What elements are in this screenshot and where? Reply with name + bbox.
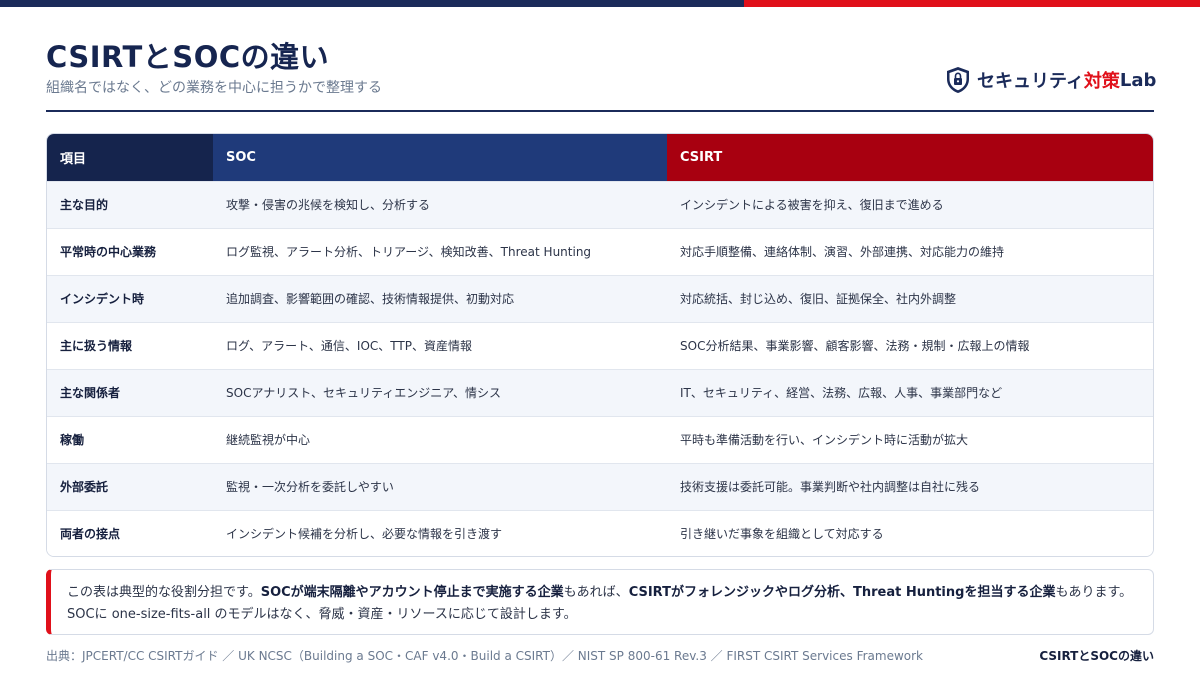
csirt-cell: 平時も準備活動を行い、インシデント時に活動が拡大 (667, 415, 1153, 463)
soc-cell: ログ、アラート、通信、IOC、TTP、資産情報 (213, 321, 667, 369)
logo-text-main: セキュリティ (977, 71, 1084, 92)
csirt-cell: インシデントによる被害を抑え、復旧まで進める (667, 180, 1153, 228)
note-box: この表は典型的な役割分担です。SOCが端末隔離やアカウント停止まで実施する企業も… (46, 569, 1154, 635)
row-label: 外部委託 (47, 462, 213, 510)
table-row: 稼働 継続監視が中心 平時も準備活動を行い、インシデント時に活動が拡大 (47, 415, 1153, 463)
soc-cell: 継続監視が中心 (213, 415, 667, 463)
csirt-cell: 引き継いだ事象を組織として対応する (667, 509, 1153, 556)
row-label: インシデント時 (47, 274, 213, 322)
source-citation: 出典：JPCERT/CC CSIRTガイド ／ UK NCSC（Building… (46, 649, 923, 663)
table-row: インシデント時 追加調査、影響範囲の確認、技術情報提供、初動対応 対応統括、封じ… (47, 274, 1153, 322)
row-label: 平常時の中心業務 (47, 227, 213, 275)
comparison-table: 項目 SOC CSIRT 主な目的 攻撃・侵害の兆候を検知し、分析する インシデ… (46, 133, 1154, 557)
soc-cell: 監視・一次分析を委託しやすい (213, 462, 667, 510)
header-csirt: CSIRT (667, 134, 1153, 181)
page-subtitle: 組織名ではなく、どの業務を中心に担うかで整理する (46, 80, 382, 96)
row-label: 両者の接点 (47, 509, 213, 556)
row-label: 主に扱う情報 (47, 321, 213, 369)
row-label: 主な目的 (47, 180, 213, 228)
csirt-cell: SOC分析結果、事業影響、顧客影響、法務・規制・広報上の情報 (667, 321, 1153, 369)
soc-cell: ログ監視、アラート分析、トリアージ、検知改善、Threat Hunting (213, 227, 667, 275)
logo-text-end: Lab (1119, 69, 1157, 91)
soc-cell: インシデント候補を分析し、必要な情報を引き渡す (213, 509, 667, 556)
logo-text-accent: 対策 (1083, 71, 1120, 92)
header-soc: SOC (213, 134, 667, 181)
table-row: 平常時の中心業務 ログ監視、アラート分析、トリアージ、検知改善、Threat H… (47, 227, 1153, 275)
header-item: 項目 (47, 134, 213, 181)
csirt-cell: 対応手順整備、連絡体制、演習、外部連携、対応能力の維持 (667, 227, 1153, 275)
note-text-2: もあれば、 (563, 585, 629, 600)
table-row: 主な関係者 SOCアナリスト、セキュリティエンジニア、情シス IT、セキュリティ… (47, 368, 1153, 416)
top-accent-bar (0, 0, 1200, 7)
soc-cell: 攻撃・侵害の兆候を検知し、分析する (213, 180, 667, 228)
row-label: 主な関係者 (47, 368, 213, 416)
top-bar-navy-segment (0, 0, 744, 7)
table-row: 両者の接点 インシデント候補を分析し、必要な情報を引き渡す 引き継いだ事象を組織… (47, 509, 1153, 556)
soc-cell: SOCアナリスト、セキュリティエンジニア、情シス (213, 368, 667, 416)
note-text-1: この表は典型的な役割分担です。 (67, 585, 261, 600)
shield-lock-icon (947, 67, 969, 93)
table-header-row: 項目 SOC CSIRT (47, 134, 1153, 181)
note-bold-1: SOCが端末隔離やアカウント停止まで実施する企業 (260, 585, 564, 600)
table-row: 主に扱う情報 ログ、アラート、通信、IOC、TTP、資産情報 SOC分析結果、事… (47, 321, 1153, 369)
csirt-cell: IT、セキュリティ、経営、法務、広報、人事、事業部門など (667, 368, 1153, 416)
brand-logo: セキュリティ 対策 Lab (945, 66, 1156, 94)
page-title: CSIRTとSOCの違い (46, 40, 330, 74)
csirt-cell: 技術支援は委託可能。事業判断や社内調整は自社に残る (667, 462, 1153, 510)
table-row: 主な目的 攻撃・侵害の兆候を検知し、分析する インシデントによる被害を抑え、復旧… (47, 180, 1153, 228)
soc-cell: 追加調査、影響範囲の確認、技術情報提供、初動対応 (213, 274, 667, 322)
header-divider (46, 110, 1154, 112)
row-label: 稼働 (47, 415, 213, 463)
note-bold-2: CSIRTがフォレンジックやログ分析、Threat Huntingを担当する企業 (628, 585, 1056, 600)
table-row: 外部委託 監視・一次分析を委託しやすい 技術支援は委託可能。事業判断や社内調整は… (47, 462, 1153, 510)
csirt-cell: 対応統括、封じ込め、復旧、証拠保全、社内外調整 (667, 274, 1153, 322)
footer-page-label: CSIRTとSOCの違い (1039, 649, 1154, 663)
top-bar-red-segment (744, 0, 1200, 7)
